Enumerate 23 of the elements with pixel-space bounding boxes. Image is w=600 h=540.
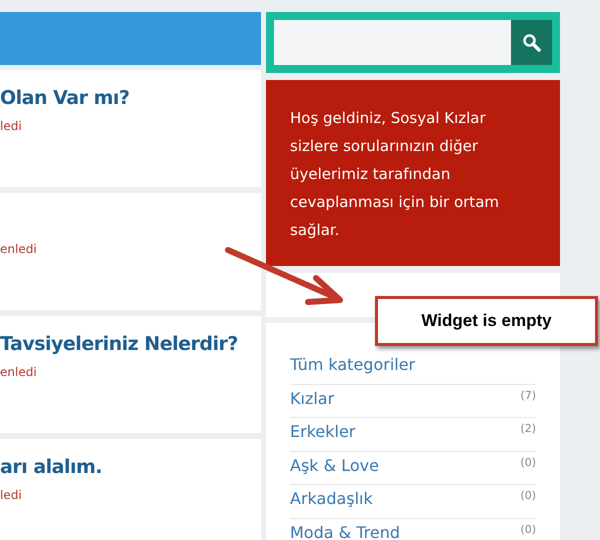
- category-link[interactable]: Aşk & Love: [290, 454, 379, 478]
- post-title[interactable]: Olan Var mı?: [0, 87, 130, 109]
- category-count: (2): [520, 421, 536, 437]
- callout-text: Widget is empty: [421, 310, 552, 332]
- post-meta: ledi: [0, 118, 23, 135]
- category-count: (0): [520, 454, 536, 470]
- category-link[interactable]: Tüm kategoriler: [290, 353, 416, 377]
- category-link[interactable]: Kızlar: [290, 386, 334, 410]
- search-button[interactable]: [511, 20, 552, 65]
- category-count: (7): [520, 388, 536, 404]
- category-count: (0): [520, 488, 536, 504]
- post-title[interactable]: arı alalım.: [0, 456, 102, 478]
- welcome-text: Hoş geldiniz, Sosyal Kızlar sizlere sorularınızın diğer üyelerimiz tarafından cevaplanması için bir ortam sağlar.: [290, 108, 500, 241]
- category-count: (0): [520, 522, 536, 538]
- category-link[interactable]: Moda & Trend: [290, 520, 400, 540]
- post-meta: enledi: [0, 241, 38, 258]
- post-title[interactable]: Tavsiyeleriniz Nelerdir?: [0, 333, 238, 355]
- search-icon: [522, 32, 542, 52]
- post-meta: enledi: [0, 364, 38, 381]
- category-link[interactable]: Erkekler: [290, 420, 356, 444]
- post-meta: ledi: [0, 487, 23, 504]
- search-field[interactable]: [274, 20, 511, 65]
- category-link[interactable]: Arkadaşlık: [290, 487, 373, 511]
